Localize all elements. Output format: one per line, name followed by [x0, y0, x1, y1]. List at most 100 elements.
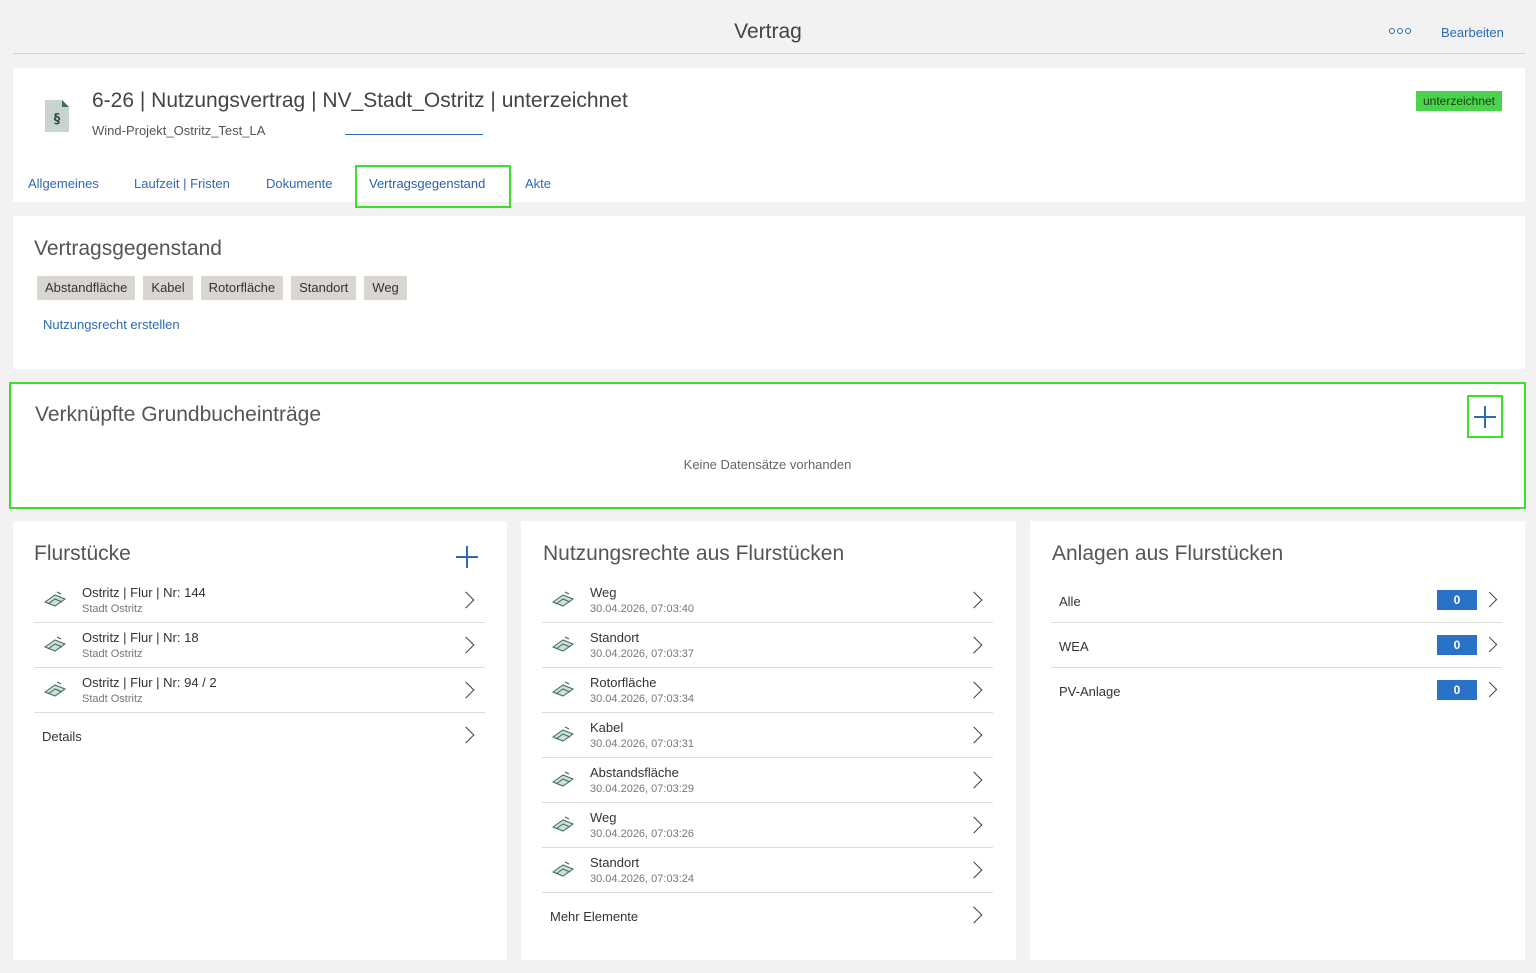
anlagen-section: Anlagen aus Flurstücken Alle 0 WEA 0 PV-…	[1030, 521, 1525, 960]
list-item[interactable]: Abstandsfläche 30.04.2026, 07:03:29	[542, 758, 993, 803]
add-flurstueck-button[interactable]	[456, 546, 478, 568]
vertragsgegenstand-section: Vertragsgegenstand Abstandfläche Kabel R…	[13, 216, 1525, 369]
chip-list: Abstandfläche Kabel Rotorfläche Standort…	[37, 276, 415, 300]
chip-standort[interactable]: Standort	[291, 276, 357, 300]
divider	[13, 53, 1525, 54]
item-title: Rotorfläche	[590, 675, 657, 690]
list-item[interactable]: Rotorfläche 30.04.2026, 07:03:34	[542, 668, 993, 713]
tab-highlight-frame	[355, 165, 511, 208]
item-timestamp: 30.04.2026, 07:03:26	[590, 828, 694, 840]
item-title: Standort	[590, 855, 640, 870]
parcel-icon	[43, 681, 67, 697]
usage-right-icon	[551, 726, 575, 742]
item-title: Kabel	[590, 720, 624, 735]
item-timestamp: 30.04.2026, 07:03:29	[590, 783, 694, 795]
facility-label: WEA	[1059, 639, 1089, 654]
chip-abstandflaeche[interactable]: Abstandfläche	[37, 276, 136, 300]
facility-row-alle[interactable]: Alle 0	[1051, 578, 1502, 623]
section-title: Flurstücke	[34, 542, 131, 565]
chip-rotorflaeche[interactable]: Rotorfläche	[200, 276, 284, 300]
grundbuch-section: Verknüpfte Grundbucheinträge Keine Daten…	[9, 382, 1526, 509]
chevron-right-icon	[965, 861, 983, 879]
parcel-icon	[43, 591, 67, 607]
usage-right-icon	[551, 861, 575, 877]
usage-right-icon	[551, 771, 575, 787]
list-item[interactable]: Standort 30.04.2026, 07:03:24	[542, 848, 993, 893]
empty-state: Keine Datensätze vorhanden	[683, 457, 852, 472]
page-title: Vertrag	[734, 20, 802, 43]
more-items-link[interactable]: Mehr Elemente	[542, 893, 993, 938]
parcel-icon	[43, 636, 67, 652]
count-badge: 0	[1437, 590, 1477, 610]
tab-akte[interactable]: Akte	[525, 176, 551, 191]
list-item[interactable]: Standort 30.04.2026, 07:03:37	[542, 623, 993, 668]
facility-label: PV-Anlage	[1059, 684, 1121, 699]
list-item[interactable]: Weg 30.04.2026, 07:03:40	[542, 578, 993, 623]
count-badge: 0	[1437, 680, 1477, 700]
more-icon[interactable]	[1389, 26, 1413, 36]
item-title: Weg	[590, 810, 617, 825]
chip-weg[interactable]: Weg	[364, 276, 407, 300]
chevron-right-icon	[1481, 636, 1498, 653]
status-badge: unterzeichnet	[1416, 91, 1502, 111]
item-subtitle: Stadt Ostritz	[82, 648, 143, 660]
list-item[interactable]: Ostritz | Flur | Nr: 18 Stadt Ostritz	[34, 623, 485, 668]
chevron-right-icon	[965, 681, 983, 699]
facility-row-pv-anlage[interactable]: PV-Anlage 0	[1051, 668, 1502, 713]
tab-allgemeines[interactable]: Allgemeines	[28, 176, 99, 191]
chevron-right-icon	[1481, 591, 1498, 608]
top-bar: Vertrag Bearbeiten	[0, 0, 1536, 54]
nutzungsrechte-section: Nutzungsrechte aus Flurstücken Weg 30.04…	[521, 521, 1016, 960]
count-badge: 0	[1437, 635, 1477, 655]
section-title: Anlagen aus Flurstücken	[1052, 542, 1284, 565]
section-title: Nutzungsrechte aus Flurstücken	[543, 542, 845, 565]
create-usage-right-link[interactable]: Nutzungsrecht erstellen	[43, 317, 180, 332]
list-item[interactable]: Weg 30.04.2026, 07:03:26	[542, 803, 993, 848]
item-timestamp: 30.04.2026, 07:03:31	[590, 738, 694, 750]
item-subtitle: Stadt Ostritz	[82, 603, 143, 615]
usage-rights-list: Weg 30.04.2026, 07:03:40 Standort 30.04.…	[542, 578, 993, 938]
list-item[interactable]: Ostritz | Flur | Nr: 94 / 2 Stadt Ostrit…	[34, 668, 485, 713]
chevron-right-icon	[457, 636, 475, 654]
chevron-right-icon	[965, 636, 983, 654]
item-timestamp: 30.04.2026, 07:03:34	[590, 693, 694, 705]
facility-list: Alle 0 WEA 0 PV-Anlage 0	[1051, 578, 1502, 713]
section-title: Vertragsgegenstand	[34, 237, 222, 260]
item-title: Ostritz | Flur | Nr: 18	[82, 630, 199, 645]
chevron-right-icon	[965, 591, 983, 609]
chip-kabel[interactable]: Kabel	[143, 276, 193, 300]
item-title: Abstandsfläche	[590, 765, 679, 780]
chevron-right-icon	[965, 771, 983, 789]
svg-text:§: §	[54, 112, 61, 127]
footer-label: Mehr Elemente	[550, 909, 639, 924]
flurstueck-list: Ostritz | Flur | Nr: 144 Stadt Ostritz O…	[34, 578, 485, 758]
contract-paragraph-icon: §	[45, 100, 69, 132]
plus-icon	[1474, 406, 1496, 428]
chevron-right-icon	[965, 726, 983, 744]
record-header: § 6-26 | Nutzungsvertrag | NV_Stadt_Ostr…	[13, 68, 1525, 202]
footer-label: Details	[42, 729, 82, 744]
item-title: Standort	[590, 630, 640, 645]
details-link[interactable]: Details	[34, 713, 485, 758]
tab-laufzeit-fristen[interactable]: Laufzeit | Fristen	[134, 176, 230, 191]
list-item[interactable]: Ostritz | Flur | Nr: 144 Stadt Ostritz	[34, 578, 485, 623]
tab-dokumente[interactable]: Dokumente	[266, 176, 332, 191]
item-title: Weg	[590, 585, 617, 600]
edit-button[interactable]: Bearbeiten	[1441, 25, 1504, 40]
item-title: Ostritz | Flur | Nr: 94 / 2	[82, 675, 217, 690]
chevron-right-icon	[457, 681, 475, 699]
chevron-right-icon	[457, 591, 475, 609]
facility-label: Alle	[1059, 594, 1081, 609]
facility-row-wea[interactable]: WEA 0	[1051, 623, 1502, 668]
chevron-right-icon	[965, 906, 983, 924]
usage-right-icon	[551, 681, 575, 697]
usage-right-icon	[551, 636, 575, 652]
item-timestamp: 30.04.2026, 07:03:40	[590, 603, 694, 615]
add-grundbuch-button[interactable]	[1467, 395, 1503, 438]
item-timestamp: 30.04.2026, 07:03:37	[590, 648, 694, 660]
usage-right-icon	[551, 591, 575, 607]
chevron-right-icon	[965, 816, 983, 834]
list-item[interactable]: Kabel 30.04.2026, 07:03:31	[542, 713, 993, 758]
active-tab-indicator	[345, 134, 483, 135]
chevron-right-icon	[457, 726, 475, 744]
